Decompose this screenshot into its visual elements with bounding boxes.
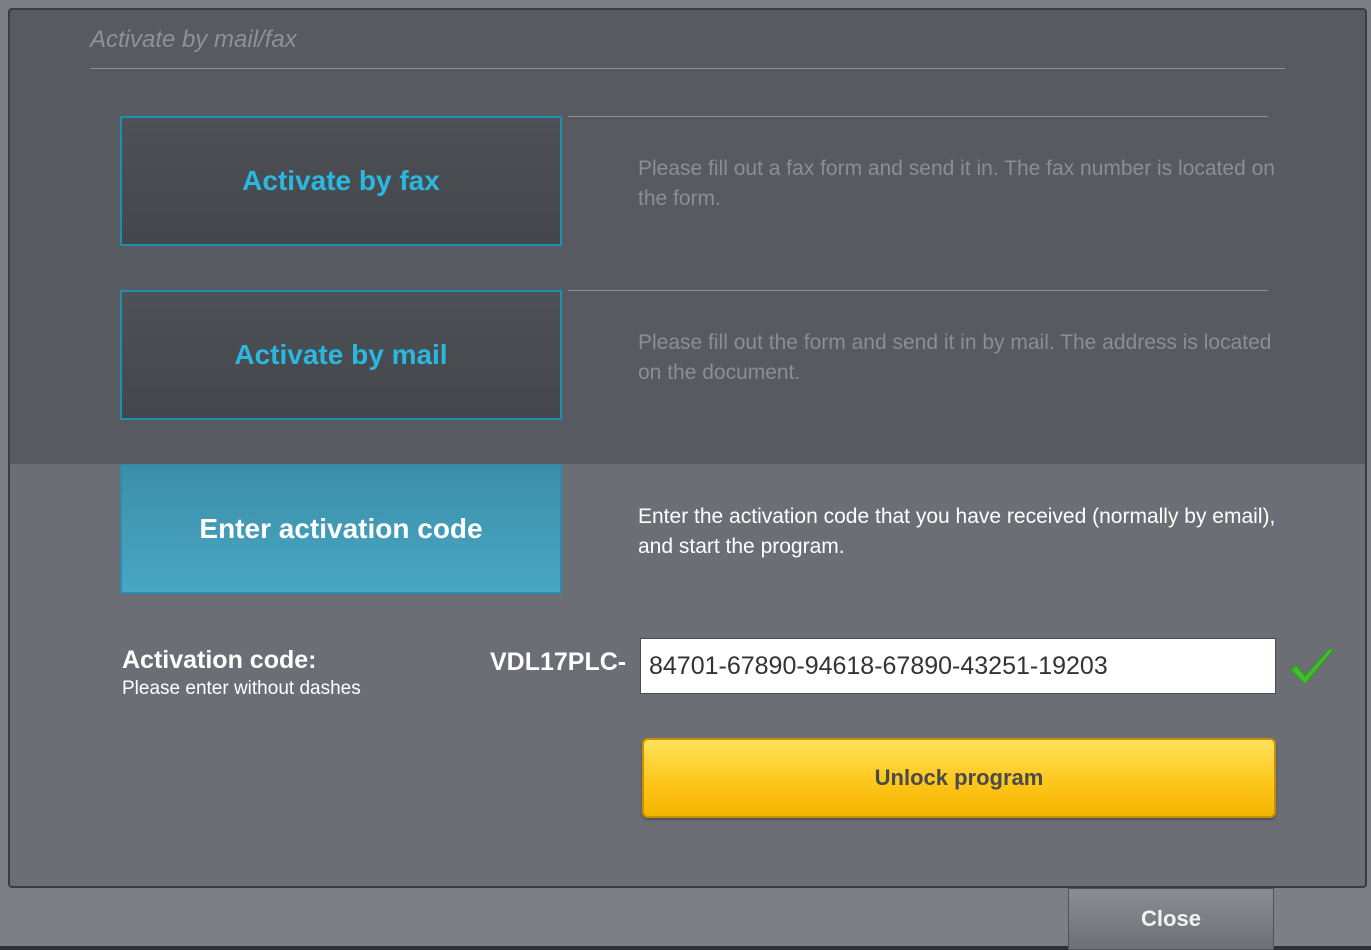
dialog-frame: Activate by mail/fax Activate by fax Ple…: [0, 0, 1371, 950]
mail-option-description: Please fill out the form and send it in …: [638, 331, 1272, 384]
activation-code-prefix: VDL17PLC-: [490, 648, 627, 676]
unlock-program-button[interactable]: Unlock program: [642, 738, 1276, 818]
close-button[interactable]: Close: [1068, 888, 1274, 950]
activate-by-mail-button[interactable]: Activate by mail: [120, 290, 562, 420]
mail-option-divider: [568, 290, 1268, 291]
activation-code-input[interactable]: [640, 638, 1276, 694]
activate-by-fax-button[interactable]: Activate by fax: [120, 116, 562, 246]
page-title: Activate by mail/fax: [90, 26, 297, 53]
header-divider: [90, 68, 1285, 69]
activation-code-hint: Please enter without dashes: [122, 678, 361, 699]
enter-activation-code-button[interactable]: Enter activation code: [120, 464, 562, 594]
checkmark-icon: [1290, 647, 1334, 685]
fax-option-divider: [568, 116, 1268, 117]
activation-panel: Activate by mail/fax Activate by fax Ple…: [8, 8, 1367, 888]
activation-code-description: Enter the activation code that you have …: [638, 505, 1276, 558]
activation-code-label: Activation code:: [122, 646, 317, 674]
fax-option-description: Please fill out a fax form and send it i…: [638, 157, 1275, 210]
